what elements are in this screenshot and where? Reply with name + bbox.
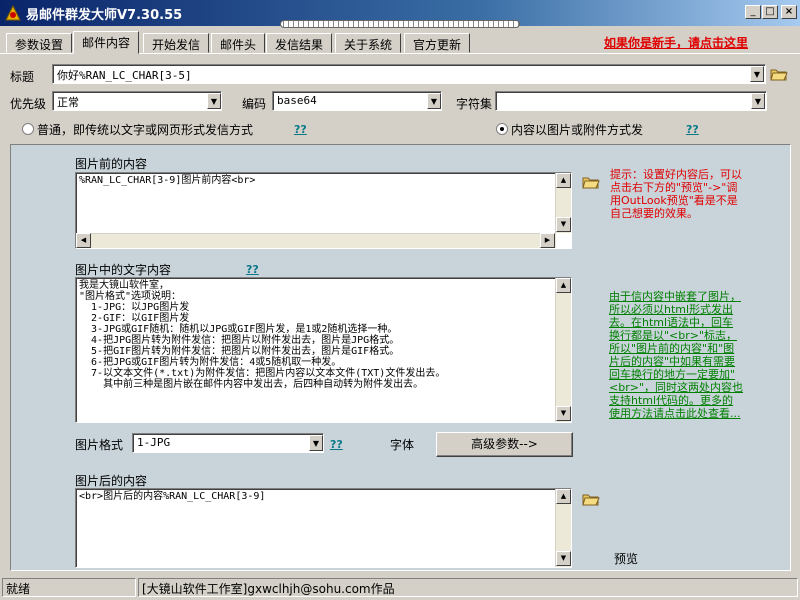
- charset-label: 字符集: [456, 97, 493, 111]
- open-folder-icon[interactable]: [582, 175, 600, 189]
- normal-mode-help-link[interactable]: ??: [294, 123, 307, 136]
- advanced-params-button[interactable]: 高级参数-->: [436, 432, 573, 457]
- charset-dropdown-button[interactable]: ▼: [751, 93, 765, 109]
- html-help-link[interactable]: 由于信内容中嵌套了图片，所以必须以html形式发出去。在html语法中，回车换行…: [609, 290, 744, 420]
- tab-updates[interactable]: 官方更新: [404, 33, 471, 53]
- normal-mode-radio[interactable]: [22, 123, 34, 135]
- tab-mail-header[interactable]: 邮件头: [211, 33, 266, 53]
- text-line: 1-JPG：以JPG图片发: [79, 302, 190, 313]
- after-image-textarea[interactable]: <br>图片后的内容%RAN_LC_CHAR[3-9]: [75, 488, 572, 568]
- title-input[interactable]: 你好%RAN_LC_CHAR[3-5]: [52, 64, 766, 84]
- text-line: 7-以文本文件(*.txt)为附件发信：把图片内容以文本文件(TXT)文件发出去…: [79, 368, 446, 379]
- priority-label: 优先级: [10, 97, 47, 111]
- scroll-up-arrow-icon[interactable]: ▲: [556, 489, 571, 504]
- image-mode-help-link[interactable]: ??: [686, 123, 699, 136]
- scroll-up-arrow-icon[interactable]: ▲: [556, 278, 571, 293]
- scroll-down-arrow-icon[interactable]: ▼: [556, 551, 571, 566]
- image-format-select[interactable]: 1-JPG: [132, 433, 324, 453]
- image-format-dropdown-button[interactable]: ▼: [309, 435, 323, 451]
- image-text-help-link[interactable]: ??: [246, 263, 259, 276]
- maximize-button[interactable]: □: [762, 5, 778, 19]
- encoding-dropdown-button[interactable]: ▼: [427, 93, 441, 109]
- scroll-right-arrow-icon[interactable]: ▶: [540, 233, 555, 248]
- text-line: "图片格式"选项说明：: [79, 291, 182, 302]
- tab-start-send[interactable]: 开始发信: [143, 33, 210, 53]
- after-image-text: <br>图片后的内容%RAN_LC_CHAR[3-9]: [79, 491, 266, 502]
- scroll-down-arrow-icon[interactable]: ▼: [556, 217, 571, 232]
- normal-mode-label: 普通，即传统以文字或网页形式发信方式: [37, 123, 254, 137]
- charset-select[interactable]: [495, 91, 767, 111]
- text-line: 2-GIF：以GIF图片发: [79, 313, 190, 324]
- middle-vscroll[interactable]: [555, 278, 571, 422]
- image-mode-radio[interactable]: [496, 123, 508, 135]
- scroll-left-arrow-icon[interactable]: ◀: [76, 233, 91, 248]
- open-folder-icon[interactable]: [582, 492, 600, 506]
- image-text-label: 图片中的文字内容: [75, 263, 172, 277]
- splitter-grip[interactable]: [280, 20, 520, 28]
- minimize-button[interactable]: _: [745, 5, 761, 19]
- image-format-label: 图片格式: [75, 438, 124, 452]
- preview-button[interactable]: 预览: [614, 550, 638, 567]
- font-label: 字体: [390, 438, 415, 452]
- tab-about[interactable]: 关于系统: [335, 33, 402, 53]
- after-image-label: 图片后的内容: [75, 474, 148, 488]
- priority-dropdown-button[interactable]: ▼: [207, 93, 221, 109]
- title-dropdown-button[interactable]: ▼: [750, 66, 764, 82]
- tab-params[interactable]: 参数设置: [6, 33, 73, 53]
- scroll-up-arrow-icon[interactable]: ▲: [556, 173, 571, 188]
- tab-mail-content[interactable]: 邮件内容: [73, 31, 140, 54]
- before-image-text: %RAN_LC_CHAR[3-9]图片前内容<br>: [79, 175, 256, 186]
- encoding-label: 编码: [242, 97, 267, 111]
- text-line: 3-JPG或GIF随机：随机以JPG或GIF图片发，是1或2随机选择一种。: [79, 324, 398, 335]
- open-folder-icon[interactable]: [770, 67, 788, 81]
- preview-tip-text: 提示：设置好内容后，可以点击右下方的"预览"->"调用OutLook预览"看是不…: [610, 168, 742, 220]
- scroll-down-arrow-icon[interactable]: ▼: [556, 406, 571, 421]
- text-line: 6-把JPG或GIF图片转为附件发信：4或5随机取一种发。: [79, 357, 342, 368]
- before-image-label: 图片前的内容: [75, 157, 148, 171]
- image-text-textarea[interactable]: 我是大镜山软件室， "图片格式"选项说明： 1-JPG：以JPG图片发 2-GI…: [75, 277, 572, 423]
- close-button[interactable]: ×: [781, 5, 797, 19]
- image-format-help-link[interactable]: ??: [330, 438, 343, 451]
- encoding-select[interactable]: base64: [272, 91, 442, 111]
- status-ready: 就绪: [2, 578, 136, 597]
- title-label: 标题: [10, 70, 35, 84]
- app-icon: [5, 4, 21, 21]
- text-line: 4-把JPG图片转为附件发信：把图片以附件发出去，图片是JPG格式。: [79, 335, 400, 346]
- priority-select[interactable]: 正常: [52, 91, 222, 111]
- tab-send-results[interactable]: 发信结果: [266, 33, 333, 53]
- text-line: 5-把GIF图片转为附件发信：把图片以附件发出去，图片是GIF格式。: [79, 346, 400, 357]
- text-line: 其中前三种是图片嵌在邮件内容中发出去，后四种自动转为附件发出去。: [79, 379, 424, 390]
- status-credits: [大镜山软件工作室]gxwclhjh@sohu.com作品: [138, 578, 798, 597]
- image-mode-label: 内容以图片或附件方式发: [511, 123, 644, 137]
- before-hscroll[interactable]: [76, 233, 556, 248]
- text-line: 我是大镜山软件室，: [79, 280, 169, 291]
- window-title: 易邮件群发大师V7.30.55: [26, 8, 183, 23]
- newbie-help-link[interactable]: 如果你是新手，请点击这里: [604, 34, 748, 51]
